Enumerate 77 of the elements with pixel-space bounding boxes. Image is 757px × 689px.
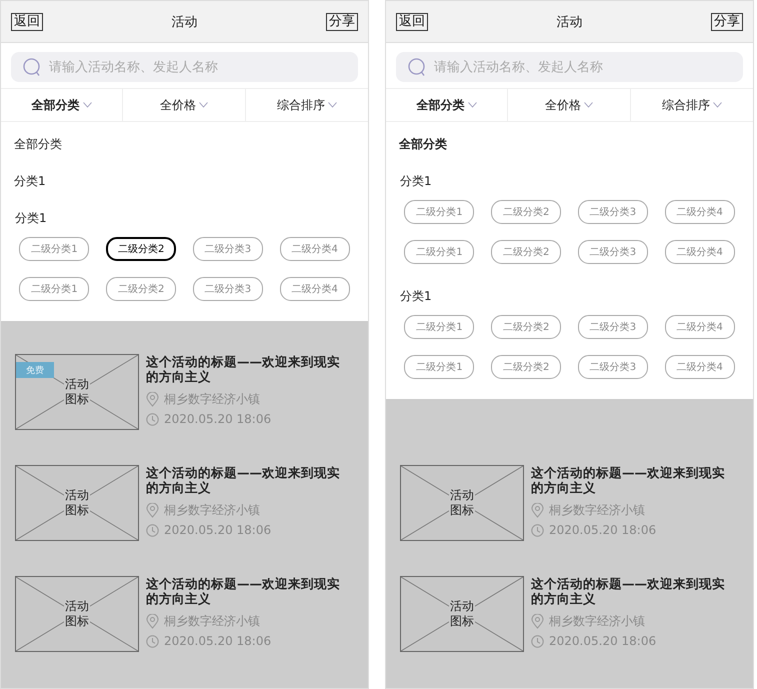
back-button[interactable]: 返回 — [11, 12, 43, 30]
activity-title: 这个活动的标题——欢迎来到现实的方向主义 — [146, 465, 341, 495]
subcategory-chip[interactable]: 二级分类3 — [578, 355, 648, 379]
subcategory-chip[interactable]: 二级分类4 — [280, 277, 350, 301]
subcategory-chip[interactable]: 二级分类2 — [106, 277, 176, 301]
image-label: 活动图标 — [64, 599, 90, 629]
chevron-down-icon — [198, 102, 208, 108]
search-icon — [23, 58, 42, 77]
subcategory-chip[interactable]: 二级分类3 — [578, 315, 648, 339]
subcategory-chip[interactable]: 二级分类3 — [578, 240, 648, 264]
activity-title: 这个活动的标题——欢迎来到现实的方向主义 — [531, 465, 726, 495]
back-button[interactable]: 返回 — [396, 12, 428, 30]
chevron-down-icon — [712, 102, 722, 108]
location-pin-icon — [146, 392, 159, 407]
chevron-down-icon — [468, 102, 477, 108]
activity-title: 这个活动的标题——欢迎来到现实的方向主义 — [146, 576, 341, 606]
clock-icon — [146, 524, 159, 536]
search-field[interactable]: 请输入活动名称、发起人名称 — [396, 52, 743, 82]
free-badge: 免费 — [16, 362, 54, 378]
category-heading: 分类1 — [399, 173, 433, 190]
image-label: 活动图标 — [64, 377, 90, 407]
subcategory-chip[interactable]: 二级分类2 — [491, 200, 562, 224]
subcategory-chip[interactable]: 二级分类1 — [19, 277, 90, 301]
activity-title: 这个活动的标题——欢迎来到现实的方向主义 — [146, 354, 341, 384]
category-heading: 分类1 — [14, 210, 48, 227]
subcategory-chip[interactable]: 二级分类2 — [491, 240, 562, 264]
subcategory-chip[interactable]: 二级分类1 — [404, 355, 474, 379]
clock-icon — [146, 634, 159, 648]
subcategory-chip[interactable]: 二级分类1 — [404, 315, 474, 339]
location-pin-icon — [531, 614, 544, 629]
category-option[interactable]: 全部分类 — [386, 126, 753, 163]
location-pin-icon — [146, 503, 159, 518]
subcategory-chip[interactable]: 二级分类4 — [664, 200, 735, 224]
location-pin-icon — [146, 614, 159, 629]
search-icon — [408, 58, 427, 77]
image-label: 活动图标 — [448, 488, 476, 518]
chevron-down-icon — [584, 102, 593, 108]
share-button[interactable]: 分享 — [326, 12, 358, 30]
activity-title: 这个活动的标题——欢迎来到现实的方向主义 — [531, 576, 726, 606]
subcategory-chip[interactable]: 二级分类2 — [106, 237, 176, 261]
page-title: 活动 — [556, 14, 582, 30]
category-option[interactable]: 分类1 — [1, 163, 368, 200]
page-title: 活动 — [172, 14, 198, 30]
activity-location: 桐乡数字经济小镇 — [164, 613, 260, 630]
subcategory-chip[interactable]: 二级分类3 — [192, 277, 263, 301]
clock-icon — [531, 524, 544, 536]
subcategory-chip[interactable]: 二级分类1 — [404, 200, 474, 224]
subcategory-chip[interactable]: 二级分类2 — [491, 355, 562, 379]
subcategory-chip[interactable]: 二级分类1 — [404, 240, 474, 264]
subcategory-chip[interactable]: 二级分类1 — [19, 237, 90, 261]
activity-time: 2020.05.20 18:06 — [549, 634, 656, 648]
category-option[interactable]: 全部分类 — [1, 126, 368, 163]
clock-icon — [531, 634, 544, 648]
activity-location: 桐乡数字经济小镇 — [164, 391, 260, 408]
image-label: 活动图标 — [448, 599, 476, 629]
subcategory-chip[interactable]: 二级分类4 — [664, 240, 735, 264]
activity-time: 2020.05.20 18:06 — [549, 523, 656, 537]
subcategory-chip[interactable]: 二级分类4 — [664, 315, 735, 339]
chevron-down-icon — [328, 102, 337, 108]
image-label: 活动图标 — [64, 488, 90, 518]
activity-time: 2020.05.20 18:06 — [164, 523, 272, 537]
activity-location: 桐乡数字经济小镇 — [549, 613, 645, 630]
subcategory-chip[interactable]: 二级分类3 — [192, 237, 263, 261]
subcategory-chip[interactable]: 二级分类4 — [664, 355, 735, 379]
share-button[interactable]: 分享 — [711, 12, 743, 30]
clock-icon — [146, 412, 159, 426]
activity-location: 桐乡数字经济小镇 — [549, 502, 645, 519]
activity-time: 2020.05.20 18:06 — [164, 412, 272, 426]
subcategory-chip[interactable]: 二级分类4 — [280, 237, 350, 261]
category-heading: 分类1 — [399, 288, 433, 305]
location-pin-icon — [531, 503, 544, 518]
subcategory-chip[interactable]: 二级分类2 — [491, 315, 562, 339]
search-field[interactable]: 请输入活动名称、发起人名称 — [11, 52, 358, 82]
activity-location: 桐乡数字经济小镇 — [164, 502, 260, 519]
subcategory-chip[interactable]: 二级分类3 — [578, 200, 648, 224]
activity-time: 2020.05.20 18:06 — [164, 634, 272, 648]
chevron-down-icon — [82, 102, 92, 108]
